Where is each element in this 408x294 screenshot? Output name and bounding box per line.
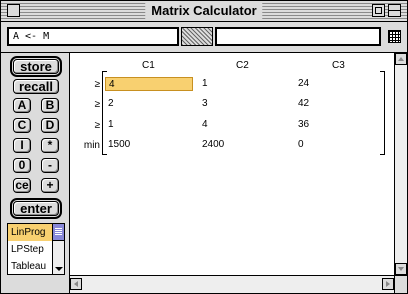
keypad-panel: store recall A B C D I * 0 - ce + enter … <box>1 53 70 293</box>
key-zero-button[interactable]: 0 <box>13 158 31 173</box>
scroll-left-button[interactable] <box>70 278 82 290</box>
macro-list[interactable]: LinProg LPStep Tableau <box>7 223 65 275</box>
matrix-cell[interactable]: 42 <box>295 97 355 111</box>
macro-list-item[interactable]: Tableau <box>8 258 54 275</box>
row-label: ≥ <box>94 79 101 90</box>
scroll-up-button[interactable] <box>395 53 407 65</box>
zoom-box[interactable] <box>372 4 385 17</box>
column-header: C2 <box>236 60 249 71</box>
close-box[interactable] <box>7 4 20 17</box>
matrix-view: C1 C2 C3 ≥ 4 1 24 ≥ 2 3 42 ≥ 1 4 36 min … <box>70 53 394 275</box>
matrix-cell[interactable]: 4 <box>199 118 259 132</box>
multiply-button[interactable]: * <box>41 138 59 153</box>
scroll-down-button[interactable] <box>395 263 407 275</box>
down-arrow-icon <box>398 267 404 271</box>
row-label: ≥ <box>94 120 101 131</box>
minus-button[interactable]: - <box>41 158 59 173</box>
matrix-right-bracket <box>380 71 385 155</box>
result-field[interactable] <box>215 27 381 46</box>
field-splitter[interactable] <box>181 27 213 46</box>
key-b-button[interactable]: B <box>41 98 59 113</box>
grid-icon[interactable] <box>388 30 401 43</box>
matrix-cell[interactable]: 3 <box>199 97 259 111</box>
macro-list-item[interactable]: LPStep <box>8 241 54 258</box>
matrix-cell[interactable]: 1500 <box>105 138 165 152</box>
column-header: C3 <box>332 60 345 71</box>
key-identity-button[interactable]: I <box>13 138 31 153</box>
macro-list-scroll-thumb[interactable] <box>53 224 64 241</box>
matrix-cell[interactable]: 1 <box>199 77 259 91</box>
matrix-cell[interactable]: 2 <box>105 97 165 111</box>
right-arrow-icon <box>386 281 390 287</box>
plus-button[interactable]: + <box>41 178 59 193</box>
window-title: Matrix Calculator <box>145 3 263 19</box>
matrix-cell[interactable]: 36 <box>295 118 355 132</box>
recall-button[interactable]: recall <box>13 79 59 94</box>
key-c-button[interactable]: C <box>13 118 31 133</box>
enter-button[interactable]: enter <box>10 198 62 219</box>
matrix-cell-active[interactable]: 4 <box>105 77 193 91</box>
horizontal-scrollbar[interactable] <box>70 275 394 293</box>
macro-list-scrollbar[interactable] <box>52 224 64 274</box>
macro-list-item[interactable]: LinProg <box>8 224 54 241</box>
column-header: C1 <box>142 60 155 71</box>
matrix-cell[interactable]: 2400 <box>199 138 259 152</box>
store-button[interactable]: store <box>10 56 62 77</box>
key-a-button[interactable]: A <box>13 98 31 113</box>
collapse-box[interactable] <box>388 4 401 17</box>
matrix-cell[interactable]: 24 <box>295 77 355 91</box>
title-bar[interactable]: Matrix Calculator <box>1 1 407 22</box>
key-d-button[interactable]: D <box>41 118 59 133</box>
matrix-calculator-window: Matrix Calculator A <- M store recall A … <box>0 0 408 294</box>
input-strip: A <- M <box>1 22 407 53</box>
matrix-cell[interactable]: 1 <box>105 118 165 132</box>
row-label: min <box>83 140 100 151</box>
left-arrow-icon <box>74 281 78 287</box>
row-label: ≥ <box>94 99 101 110</box>
matrix-cell[interactable]: 0 <box>295 138 355 152</box>
expression-field[interactable]: A <- M <box>7 27 179 46</box>
clear-entry-button[interactable]: ce <box>13 178 31 193</box>
scroll-down-arrow-icon[interactable] <box>55 267 63 271</box>
vertical-scrollbar[interactable] <box>394 53 407 275</box>
scroll-right-button[interactable] <box>382 278 394 290</box>
up-arrow-icon <box>398 57 404 61</box>
resize-grow-box[interactable] <box>394 275 407 293</box>
